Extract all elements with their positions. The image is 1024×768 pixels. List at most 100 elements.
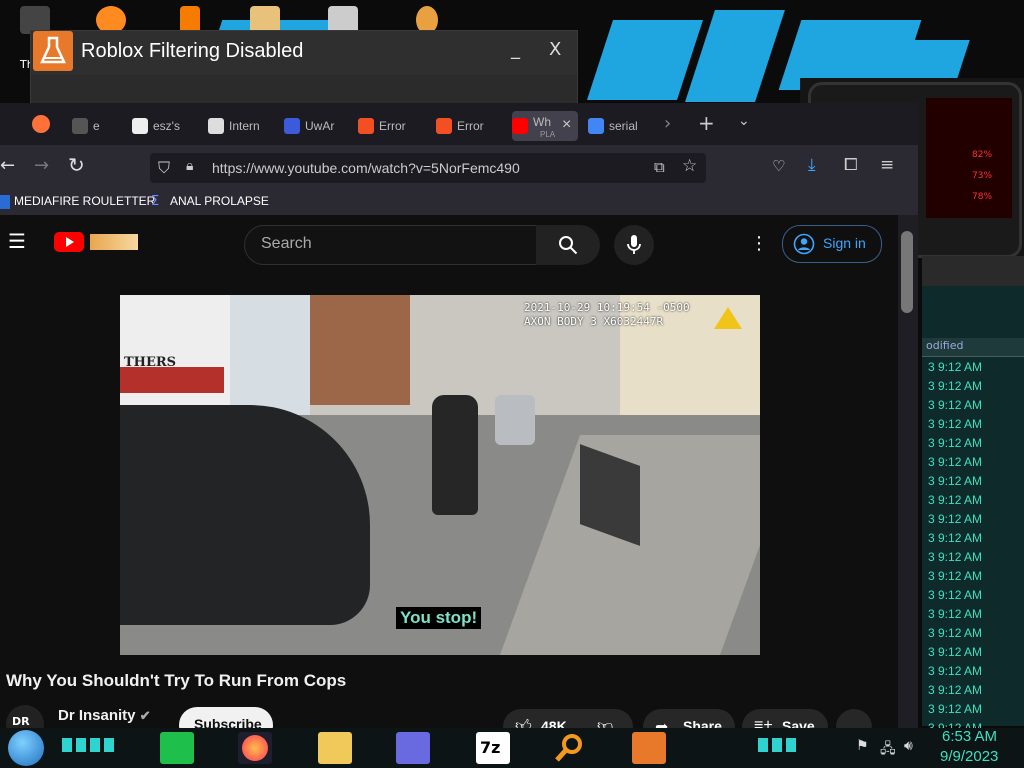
firefox-icon[interactable] bbox=[32, 115, 50, 133]
more-icon: … bbox=[846, 717, 862, 728]
share-button[interactable]: ➦ Share bbox=[643, 709, 735, 728]
network-icon[interactable]: 🖧︎ bbox=[880, 738, 896, 762]
clock-time[interactable]: 6:53 AM bbox=[942, 728, 997, 745]
search-input[interactable]: Search bbox=[244, 225, 538, 265]
tab-7[interactable]: serial bbox=[588, 111, 648, 141]
list-item[interactable]: 3 9:12 AM bbox=[928, 455, 982, 469]
list-item[interactable]: 3 9:12 AM bbox=[928, 531, 982, 545]
flask-app-icon[interactable] bbox=[632, 732, 666, 764]
scrollbar-thumb[interactable] bbox=[901, 231, 913, 313]
tab-close-icon[interactable]: × bbox=[562, 116, 571, 134]
tab-bar: ‹ eesz'sInternUwArErrorErrorWhPLA×serial… bbox=[0, 103, 918, 145]
firefox-taskbar-icon[interactable] bbox=[238, 732, 272, 764]
search-button[interactable] bbox=[536, 225, 600, 265]
tab-favicon-icon bbox=[208, 118, 224, 134]
pocket-icon[interactable]: ♡ bbox=[772, 157, 785, 175]
list-item[interactable]: 3 9:12 AM bbox=[928, 626, 982, 640]
extensions-icon[interactable]: ⧠ bbox=[844, 155, 858, 175]
settings-more-icon[interactable]: ⋮ bbox=[750, 233, 768, 254]
tab-4[interactable]: Error bbox=[358, 111, 418, 141]
search-tool-icon[interactable] bbox=[552, 732, 586, 764]
list-item[interactable]: 3 9:12 AM bbox=[928, 360, 982, 374]
tab-label: UwAr bbox=[305, 119, 335, 133]
forward-icon[interactable]: → bbox=[34, 155, 49, 176]
guide-menu-icon[interactable]: ☰ bbox=[8, 229, 26, 253]
url-bar[interactable]: ⛉ 🔒︎ https://www.youtube.com/watch?v=5No… bbox=[150, 153, 706, 183]
taskbar-decoration bbox=[758, 738, 798, 752]
list-item[interactable]: 3 9:12 AM bbox=[928, 417, 982, 431]
list-item[interactable]: 3 9:12 AM bbox=[928, 607, 982, 621]
notepad-icon[interactable] bbox=[160, 732, 194, 764]
list-item[interactable]: 3 9:12 AM bbox=[928, 398, 982, 412]
tab-favicon-icon bbox=[284, 118, 300, 134]
doodle-logo[interactable] bbox=[90, 234, 138, 250]
sign-in-button[interactable]: Sign in bbox=[782, 225, 882, 263]
url-text[interactable]: https://www.youtube.com/watch?v=5NorFemc… bbox=[212, 160, 520, 176]
bookmark-star-icon[interactable]: ☆ bbox=[682, 156, 697, 176]
dislike-icon[interactable]: 👎︎ bbox=[597, 717, 613, 728]
shop-sign: THERS bbox=[124, 355, 177, 370]
subscribe-button[interactable]: Subscribe bbox=[179, 707, 273, 728]
reload-icon[interactable]: ↻ bbox=[68, 153, 85, 177]
list-tabs-icon[interactable]: ⌄ bbox=[738, 113, 750, 129]
channel-avatar[interactable]: DR bbox=[6, 705, 44, 728]
new-tab-icon[interactable]: + bbox=[698, 111, 715, 135]
action-center-flag-icon[interactable]: ⚑ bbox=[856, 738, 869, 754]
tab-2[interactable]: Intern bbox=[208, 111, 268, 141]
file-explorer-icon[interactable] bbox=[318, 732, 352, 764]
minimize-button[interactable]: _ bbox=[511, 39, 520, 60]
start-button[interactable] bbox=[8, 730, 44, 766]
channel-name[interactable]: Dr Insanity ✔ bbox=[58, 707, 151, 724]
list-item[interactable]: 3 9:12 AM bbox=[928, 664, 982, 678]
tab-6[interactable]: Wh PLA × bbox=[512, 111, 578, 141]
like-icon[interactable]: 👍︎ bbox=[515, 717, 532, 728]
video-car bbox=[495, 395, 535, 445]
list-item[interactable]: 3 9:12 AM bbox=[928, 474, 982, 488]
bookmark-mediafire[interactable]: MEDIAFIRE ROULETTER bbox=[14, 194, 155, 208]
list-item[interactable]: 3 9:12 AM bbox=[928, 702, 982, 716]
account-icon bbox=[793, 233, 815, 255]
clock-date[interactable]: 9/9/2023 bbox=[940, 748, 998, 765]
list-item[interactable]: 3 9:12 AM bbox=[928, 683, 982, 697]
bodycam-timestamp: 2021-10-29 10:19:54 -0500 bbox=[524, 301, 690, 314]
list-item[interactable]: 3 9:12 AM bbox=[928, 645, 982, 659]
save-button[interactable]: ≡+ Save bbox=[742, 709, 828, 728]
video-title: Why You Shouldn't Try To Run From Cops bbox=[6, 671, 347, 690]
tab-1[interactable]: esz's bbox=[132, 111, 188, 141]
picture-in-picture-icon[interactable]: ⧉ bbox=[654, 158, 665, 176]
back-icon[interactable]: ← bbox=[0, 155, 15, 176]
tab-label: serial bbox=[609, 119, 638, 133]
hud-readout: 82% bbox=[972, 150, 993, 160]
list-item[interactable]: 3 9:12 AM bbox=[928, 493, 982, 507]
bookmark-link[interactable]: ANAL PROLAPSE bbox=[170, 194, 269, 208]
page-scrollbar[interactable] bbox=[898, 215, 918, 728]
like-count[interactable]: 48K bbox=[541, 718, 567, 728]
volume-icon[interactable]: 🔊︎ bbox=[904, 738, 913, 754]
more-actions-button[interactable]: … bbox=[836, 709, 872, 728]
roblox-titlebar[interactable]: Roblox Filtering Disabled _ X bbox=[31, 31, 577, 75]
modified-column-header[interactable]: odified bbox=[922, 338, 1024, 357]
tab-scroll-right-icon[interactable]: › bbox=[664, 113, 671, 134]
video-player[interactable]: THERS 2021-10-29 10:19:54 -0500 AXON BOD… bbox=[120, 295, 760, 655]
tab-0[interactable]: e bbox=[72, 111, 112, 141]
download-icon[interactable]: ⤓ bbox=[808, 155, 816, 175]
list-item[interactable]: 3 9:12 AM bbox=[928, 550, 982, 564]
list-item[interactable]: 3 9:12 AM bbox=[928, 569, 982, 583]
close-button[interactable]: X bbox=[549, 39, 561, 60]
shield-icon[interactable]: ⛉ bbox=[158, 158, 170, 178]
control-panel-icon[interactable] bbox=[396, 732, 430, 764]
tab-3[interactable]: UwAr bbox=[284, 111, 340, 141]
list-item[interactable]: 3 9:12 AM bbox=[928, 436, 982, 450]
bookmarks-toolbar: MEDIAFIRE ROULETTER Σ ANAL PROLAPSE bbox=[0, 189, 918, 215]
list-item[interactable]: 3 9:12 AM bbox=[928, 512, 982, 526]
save-icon: ≡+ bbox=[754, 717, 773, 728]
list-item[interactable]: 3 9:12 AM bbox=[928, 588, 982, 602]
tab-5[interactable]: Error bbox=[436, 111, 496, 141]
7zip-icon[interactable]: 7z bbox=[476, 732, 510, 764]
youtube-logo-icon[interactable] bbox=[54, 232, 84, 252]
firefox-window[interactable]: ‹ eesz'sInternUwArErrorErrorWhPLA×serial… bbox=[0, 103, 918, 728]
lock-icon[interactable]: 🔒︎ bbox=[186, 158, 193, 174]
list-item[interactable]: 3 9:12 AM bbox=[928, 379, 982, 393]
voice-search-button[interactable] bbox=[614, 225, 654, 265]
menu-icon[interactable]: ≡ bbox=[880, 155, 894, 175]
